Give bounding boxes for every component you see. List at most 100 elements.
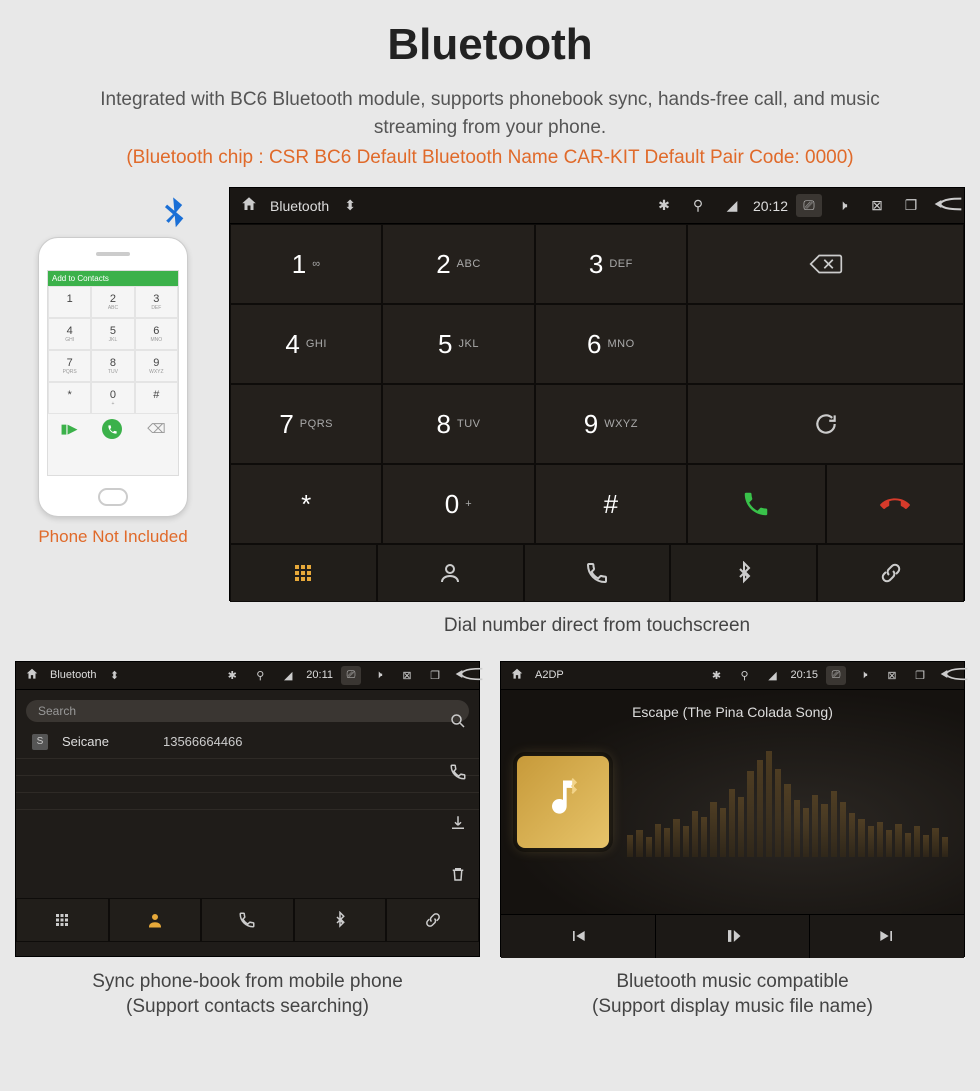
phone-key[interactable]: 5JKL	[91, 318, 134, 350]
phone-key[interactable]: 2ABC	[91, 286, 134, 318]
contact-number: 13566664466	[163, 734, 243, 749]
home-icon[interactable]	[236, 195, 262, 216]
gps-status-icon: ⚲	[685, 197, 711, 214]
search-icon[interactable]	[449, 712, 467, 735]
status-title: A2DP	[535, 669, 564, 681]
close-icon[interactable]: ⊠	[882, 669, 902, 682]
hangup-button[interactable]	[826, 464, 964, 544]
screenshot-icon[interactable]: ⎚	[341, 666, 361, 685]
usb-icon: ⬍	[337, 197, 363, 214]
dial-icon[interactable]	[449, 763, 467, 786]
nav-keypad[interactable]	[230, 544, 377, 602]
download-icon[interactable]	[449, 814, 467, 837]
redial-key[interactable]	[687, 384, 964, 464]
nav-bluetooth[interactable]	[294, 898, 387, 942]
phone-call-button[interactable]	[102, 419, 122, 439]
track-title: Escape (The Pina Colada Song)	[501, 704, 964, 720]
nav-contacts[interactable]	[109, 898, 202, 942]
wifi-status-icon: ◢	[719, 197, 745, 214]
music-caption: Bluetooth music compatible (Support disp…	[500, 969, 965, 1020]
wifi-status-icon: ◢	[762, 669, 782, 682]
contact-row[interactable]: S Seicane 13566664466	[16, 726, 479, 759]
home-icon[interactable]	[22, 667, 42, 684]
dialer-keypad: 1∞ 2ABC 3DEF 4GHI 5JKL 6MNO 7PQRS 8TUV 9…	[230, 224, 964, 544]
play-pause-button[interactable]	[656, 915, 811, 958]
key-0[interactable]: 0+	[382, 464, 534, 544]
phone-mock-column: Add to Contacts 12ABC3DEF4GHI5JKL6MNO7PQ…	[15, 187, 211, 547]
bottom-nav-pb	[16, 898, 479, 942]
bluetooth-spec: (Bluetooth chip : CSR BC6 Default Blueto…	[15, 147, 965, 169]
delete-icon[interactable]	[449, 865, 467, 888]
gps-status-icon: ⚲	[250, 669, 270, 682]
nav-pair[interactable]	[386, 898, 479, 942]
key-7[interactable]: 7PQRS	[230, 384, 382, 464]
back-icon[interactable]	[453, 666, 473, 685]
wifi-status-icon: ◢	[278, 669, 298, 682]
page-subtitle: Integrated with BC6 Bluetooth module, su…	[60, 86, 920, 141]
contact-initial: S	[32, 734, 48, 750]
phone-key[interactable]: 8TUV	[91, 350, 134, 382]
phone-key[interactable]: 3DEF	[135, 286, 178, 318]
nav-pair[interactable]	[817, 544, 964, 602]
bt-status-icon: ✱	[222, 669, 242, 682]
contact-row-empty	[16, 776, 479, 793]
phonebook-caption: Sync phone-book from mobile phone (Suppo…	[15, 969, 480, 1020]
phone-disclaimer: Phone Not Included	[15, 527, 211, 547]
contact-row-empty	[16, 759, 479, 776]
key-star[interactable]: *	[230, 464, 382, 544]
phone-key[interactable]: *	[48, 382, 91, 414]
phone-key[interactable]: 0+	[91, 382, 134, 414]
home-icon[interactable]	[507, 667, 527, 684]
back-icon[interactable]	[932, 196, 958, 215]
nav-contacts[interactable]	[377, 544, 524, 602]
phone-key[interactable]: 4GHI	[48, 318, 91, 350]
screenshot-icon[interactable]: ⎚	[796, 194, 822, 217]
recents-icon[interactable]: ❐	[910, 669, 930, 682]
key-5[interactable]: 5JKL	[382, 304, 534, 384]
phone-mock: Add to Contacts 12ABC3DEF4GHI5JKL6MNO7PQ…	[38, 237, 188, 517]
backspace-key[interactable]	[687, 224, 964, 304]
key-1[interactable]: 1∞	[230, 224, 382, 304]
music-screenshot: A2DP ✱ ⚲ ◢ 20:15 ⎚ 🕨 ⊠ ❐ Escape (The Pin…	[500, 661, 965, 1020]
back-icon[interactable]	[938, 666, 958, 685]
nav-recent[interactable]	[201, 898, 294, 942]
nav-keypad[interactable]	[16, 898, 109, 942]
phone-key[interactable]: 7PQRS	[48, 350, 91, 382]
usb-icon: ⬍	[104, 669, 124, 682]
album-art	[517, 756, 609, 848]
status-bar: Bluetooth ⬍ ✱ ⚲ ◢ 20:12 ⎚ 🕨 ⊠ ❐	[230, 188, 964, 224]
volume-icon[interactable]: 🕨	[830, 197, 856, 214]
prev-button[interactable]	[501, 915, 656, 958]
call-button[interactable]	[687, 464, 825, 544]
phone-key[interactable]: #	[135, 382, 178, 414]
dialer-screenshot: Bluetooth ⬍ ✱ ⚲ ◢ 20:12 ⎚ 🕨 ⊠ ❐ 1∞ 2ABC	[229, 187, 965, 639]
key-6[interactable]: 6MNO	[535, 304, 687, 384]
recents-icon[interactable]: ❐	[898, 197, 924, 214]
key-3[interactable]: 3DEF	[535, 224, 687, 304]
next-button[interactable]	[810, 915, 964, 958]
phonebook-screenshot: Bluetooth ⬍ ✱ ⚲ ◢ 20:11 ⎚ 🕨 ⊠ ❐ Search	[15, 661, 480, 1020]
nav-recent[interactable]	[524, 544, 671, 602]
nav-bluetooth[interactable]	[670, 544, 817, 602]
status-bar-pb: Bluetooth ⬍ ✱ ⚲ ◢ 20:11 ⎚ 🕨 ⊠ ❐	[16, 662, 479, 690]
close-icon[interactable]: ⊠	[397, 669, 417, 682]
clock: 20:11	[306, 669, 333, 681]
phone-key[interactable]: 1	[48, 286, 91, 318]
bottom-nav	[230, 544, 964, 602]
key-9[interactable]: 9WXYZ	[535, 384, 687, 464]
phone-key[interactable]: 6MNO	[135, 318, 178, 350]
volume-icon[interactable]: 🕨	[854, 669, 874, 682]
volume-icon[interactable]: 🕨	[369, 669, 389, 682]
phone-key[interactable]: 9WXYZ	[135, 350, 178, 382]
key-4[interactable]: 4GHI	[230, 304, 382, 384]
contact-name: Seicane	[62, 734, 109, 749]
page-title: Bluetooth	[15, 20, 965, 70]
key-8[interactable]: 8TUV	[382, 384, 534, 464]
key-hash[interactable]: #	[535, 464, 687, 544]
key-2[interactable]: 2ABC	[382, 224, 534, 304]
recents-icon[interactable]: ❐	[425, 669, 445, 682]
close-icon[interactable]: ⊠	[864, 197, 890, 214]
status-title: Bluetooth	[270, 198, 329, 214]
screenshot-icon[interactable]: ⎚	[826, 666, 846, 685]
search-input[interactable]: Search	[26, 700, 469, 722]
